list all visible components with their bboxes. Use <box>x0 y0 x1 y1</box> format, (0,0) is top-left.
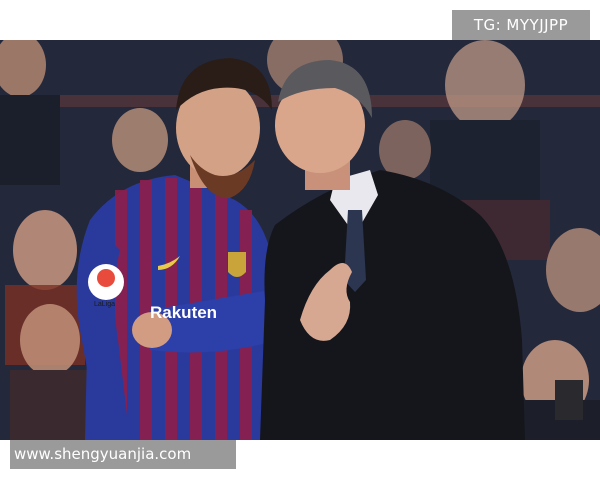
club-crest <box>228 252 246 277</box>
jersey-sponsor-text: Rakuten <box>150 303 217 322</box>
photo-scene: Rakuten LaLiga <box>0 40 600 440</box>
laliga-patch-text: LaLiga <box>94 301 115 308</box>
photo: Rakuten LaLiga <box>0 40 600 440</box>
telegram-watermark: TG: MYYJJPP <box>452 10 590 40</box>
website-watermark: www.shengyuanjia.com <box>10 440 236 469</box>
